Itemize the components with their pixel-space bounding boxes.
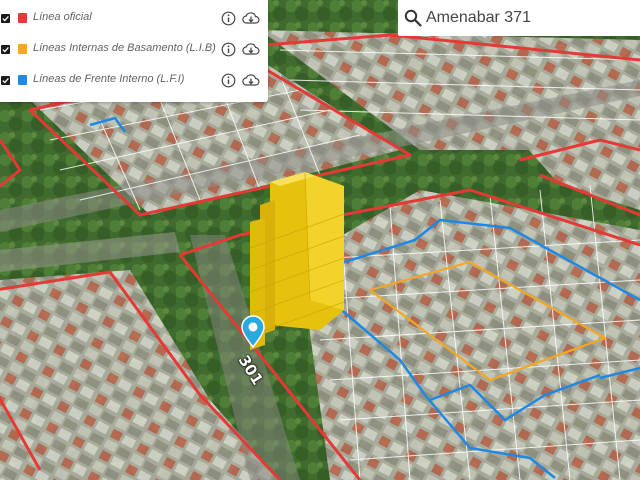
layer-checkbox-linea-oficial[interactable] — [1, 14, 10, 23]
layer-color-swatch — [18, 44, 27, 54]
layer-label: Línea oficial — [33, 11, 92, 23]
cloud-download-icon[interactable] — [242, 73, 260, 88]
search-icon[interactable] — [404, 9, 422, 27]
layers-panel: Línea oficial Líneas Internas de Basamen… — [0, 0, 268, 102]
layer-row-lib: Líneas Internas de Basamento (L.I.B) — [0, 35, 268, 65]
layer-row-lfi: Líneas de Frente Interno (L.F.I) — [0, 66, 268, 96]
cloud-download-icon[interactable] — [242, 42, 260, 57]
layer-row-linea-oficial: Línea oficial — [0, 4, 268, 34]
search-input[interactable] — [426, 5, 632, 31]
info-icon[interactable] — [221, 42, 236, 57]
layer-checkbox-lib[interactable] — [1, 45, 10, 54]
search-box — [398, 0, 640, 36]
layer-label: Líneas de Frente Interno (L.F.I) — [33, 73, 185, 85]
layer-checkbox-lfi[interactable] — [1, 76, 10, 85]
info-icon[interactable] — [221, 11, 236, 26]
layer-color-swatch — [18, 75, 27, 85]
layer-color-swatch — [18, 13, 27, 23]
cloud-download-icon[interactable] — [242, 11, 260, 26]
info-icon[interactable] — [221, 73, 236, 88]
layer-label: Líneas Internas de Basamento (L.I.B) — [33, 42, 216, 54]
